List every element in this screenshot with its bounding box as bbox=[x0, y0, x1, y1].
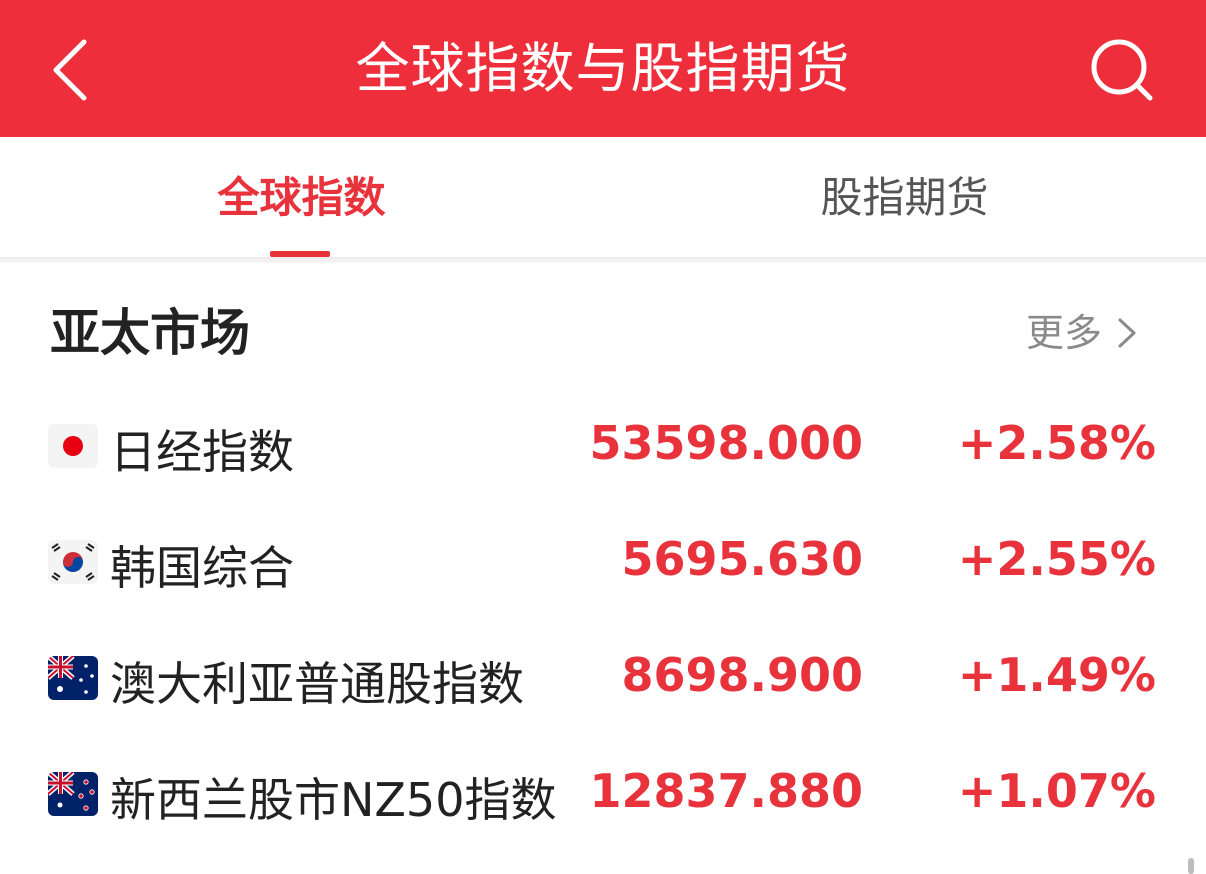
index-change: +2.55% bbox=[957, 532, 1156, 586]
index-row-kospi[interactable]: 韩国综合 5695.630 +2.55% bbox=[0, 504, 1206, 620]
new-zealand-flag-icon bbox=[48, 772, 98, 816]
section-title: 亚太市场 bbox=[50, 304, 250, 362]
japan-flag-icon bbox=[48, 424, 98, 468]
index-change: +1.49% bbox=[957, 648, 1156, 702]
index-change: +2.58% bbox=[957, 416, 1156, 470]
tab-bar: 全球指数 股指期货 bbox=[0, 137, 1206, 257]
more-label: 更多 bbox=[1026, 311, 1103, 355]
index-name: 日经指数 bbox=[110, 425, 294, 479]
index-change: +1.07% bbox=[957, 764, 1156, 818]
scrollbar[interactable] bbox=[1188, 858, 1194, 874]
index-value: 8698.900 bbox=[621, 648, 863, 702]
page-title: 全球指数与股指期货 bbox=[355, 37, 851, 100]
index-value: 53598.000 bbox=[589, 416, 863, 470]
search-button[interactable] bbox=[1082, 30, 1162, 110]
index-row-nikkei[interactable]: 日经指数 53598.000 +2.58% bbox=[0, 388, 1206, 504]
index-name: 澳大利亚普通股指数 bbox=[110, 657, 524, 711]
index-name: 韩国综合 bbox=[110, 541, 294, 595]
tab-global-indices[interactable]: 全球指数 bbox=[0, 137, 603, 257]
chevron-right-icon bbox=[1118, 318, 1136, 347]
australia-flag-icon bbox=[48, 656, 98, 700]
south-korea-flag-icon bbox=[48, 540, 98, 584]
app-header: 全球指数与股指期货 bbox=[0, 0, 1206, 137]
more-link[interactable]: 更多 bbox=[1026, 303, 1142, 363]
index-row-asx[interactable]: 澳大利亚普通股指数 8698.900 +1.49% bbox=[0, 620, 1206, 736]
index-value: 5695.630 bbox=[621, 532, 863, 586]
search-icon bbox=[1091, 39, 1153, 101]
tabs-divider bbox=[0, 257, 1206, 263]
tab-index-futures[interactable]: 股指期货 bbox=[603, 137, 1206, 257]
index-row-nz50[interactable]: 新西兰股市NZ50指数 12837.880 +1.07% bbox=[0, 736, 1206, 852]
index-value: 12837.880 bbox=[589, 764, 863, 818]
index-name: 新西兰股市NZ50指数 bbox=[110, 773, 557, 827]
